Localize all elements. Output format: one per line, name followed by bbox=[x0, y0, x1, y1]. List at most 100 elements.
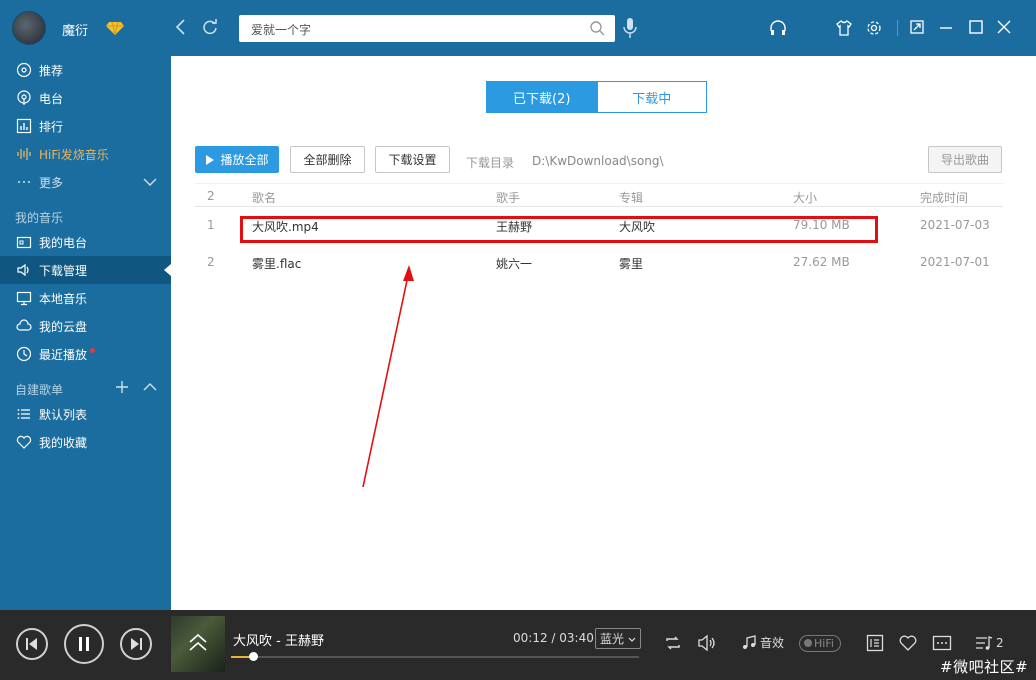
sidebar-item-recent[interactable]: 最近播放 bbox=[0, 340, 171, 368]
more-options-icon[interactable] bbox=[932, 634, 952, 655]
expand-up-icon[interactable] bbox=[171, 616, 225, 672]
pause-button[interactable] bbox=[64, 624, 104, 664]
play-all-button[interactable]: 播放全部 bbox=[195, 146, 279, 173]
col-date[interactable]: 完成时间 bbox=[920, 189, 968, 206]
shirt-skin-icon[interactable] bbox=[835, 19, 853, 40]
active-indicator bbox=[164, 264, 171, 276]
sidebar-item-label: 我的收藏 bbox=[39, 435, 88, 450]
queue-count: 2 bbox=[996, 636, 1004, 650]
delete-all-button[interactable]: 全部删除 bbox=[290, 146, 365, 173]
heart-icon bbox=[15, 433, 33, 451]
add-playlist-icon[interactable] bbox=[114, 379, 130, 398]
microphone-icon[interactable] bbox=[622, 17, 638, 42]
col-count: 2 bbox=[207, 189, 215, 203]
sidebar-item-more[interactable]: 更多 bbox=[0, 168, 171, 196]
lyrics-icon[interactable] bbox=[866, 634, 884, 655]
tab-downloaded[interactable]: 已下载(2) bbox=[487, 82, 597, 112]
table-header: 2 歌名 歌手 专辑 大小 完成时间 bbox=[195, 183, 1003, 207]
progress-bar[interactable] bbox=[231, 652, 639, 661]
chevron-up-icon[interactable] bbox=[142, 379, 158, 398]
refresh-icon[interactable] bbox=[201, 18, 219, 39]
vip-diamond-icon[interactable] bbox=[105, 20, 125, 39]
headphones-icon[interactable] bbox=[769, 19, 787, 40]
download-dir-path[interactable]: D:\KwDownload\song\ bbox=[532, 154, 664, 168]
avatar[interactable] bbox=[12, 11, 46, 45]
song-album[interactable]: 雾里 bbox=[619, 255, 643, 272]
sidebar-item-favorites[interactable]: 我的收藏 bbox=[0, 428, 171, 456]
play-all-label: 播放全部 bbox=[220, 153, 269, 167]
radio-icon bbox=[15, 89, 33, 107]
now-playing-title[interactable]: 大风吹 - 王赫野 bbox=[233, 630, 324, 649]
chart-icon bbox=[15, 117, 33, 135]
sidebar-item-my-radio[interactable]: 我的电台 bbox=[0, 228, 171, 256]
tab-downloading[interactable]: 下载中 bbox=[596, 82, 706, 112]
repeat-icon[interactable] bbox=[664, 634, 682, 655]
album-cover[interactable] bbox=[171, 616, 225, 672]
search-icon[interactable] bbox=[589, 20, 605, 39]
download-manager-panel: 已下载(2) 下载中 播放全部 全部删除 下载设置 下载目录 D:\KwDown… bbox=[171, 56, 1036, 610]
sidebar-item-label: HiFi发烧音乐 bbox=[39, 147, 109, 162]
sidebar-item-label: 电台 bbox=[39, 91, 64, 106]
chevron-down-icon bbox=[628, 637, 636, 642]
sidebar-item-recommend[interactable]: 推荐 bbox=[0, 56, 171, 84]
previous-icon bbox=[26, 638, 37, 650]
username[interactable]: 魔衍 bbox=[62, 20, 88, 39]
back-icon[interactable] bbox=[174, 18, 188, 39]
pause-icon bbox=[79, 637, 89, 651]
annotation-arrow bbox=[362, 265, 414, 488]
song-date: 2021-07-03 bbox=[920, 218, 990, 232]
table-row[interactable]: 2 雾里.flac 姚六一 雾里 27.62 MB 2021-07-01 bbox=[195, 245, 1003, 281]
sidebar-item-label: 排行 bbox=[39, 119, 64, 134]
sidebar-item-label: 我的云盘 bbox=[39, 319, 88, 334]
close-icon[interactable] bbox=[996, 19, 1012, 38]
previous-button[interactable] bbox=[16, 628, 48, 660]
section-my-music: 我的音乐 bbox=[15, 211, 64, 225]
minimize-icon[interactable] bbox=[938, 19, 954, 38]
gear-icon[interactable] bbox=[865, 19, 883, 40]
speaker-icon bbox=[15, 261, 33, 279]
next-button[interactable] bbox=[120, 628, 152, 660]
sidebar-item-default-list[interactable]: 默认列表 bbox=[0, 400, 171, 428]
hifi-toggle-dot bbox=[804, 639, 812, 647]
maximize-icon[interactable] bbox=[968, 19, 984, 38]
chevron-down-icon[interactable] bbox=[142, 174, 158, 193]
playback-time: 00:12 / 03:40 bbox=[513, 631, 594, 645]
mini-mode-icon[interactable] bbox=[909, 19, 925, 38]
download-dir-label: 下载目录 bbox=[466, 156, 515, 170]
playlist-queue-icon[interactable] bbox=[975, 634, 993, 655]
sound-effect-button[interactable]: 音效 bbox=[741, 634, 784, 651]
sidebar-item-label: 更多 bbox=[39, 175, 64, 190]
annotation-highlight-box bbox=[240, 216, 878, 243]
progress-knob[interactable] bbox=[249, 652, 259, 661]
col-name[interactable]: 歌名 bbox=[252, 189, 276, 206]
list-icon bbox=[15, 405, 33, 423]
play-icon bbox=[206, 154, 215, 165]
cloud-icon bbox=[15, 317, 33, 335]
like-heart-icon[interactable] bbox=[899, 634, 917, 655]
col-size[interactable]: 大小 bbox=[793, 189, 817, 206]
search-input[interactable]: 爱就一个字 bbox=[239, 15, 615, 42]
sidebar-item-hifi[interactable]: HiFi发烧音乐 bbox=[0, 140, 171, 168]
tv-icon bbox=[15, 233, 33, 251]
song-name[interactable]: 雾里.flac bbox=[252, 255, 301, 272]
volume-icon[interactable] bbox=[697, 634, 717, 655]
sidebar-item-chart[interactable]: 排行 bbox=[0, 112, 171, 140]
sidebar-item-local-music[interactable]: 本地音乐 bbox=[0, 284, 171, 312]
hifi-toggle[interactable]: HiFi bbox=[799, 635, 841, 652]
sidebar-item-radio[interactable]: 电台 bbox=[0, 84, 171, 112]
sidebar: 推荐 电台 排行 HiFi发烧音乐 更多 我的音乐 我的电台 下载管理 本地音乐… bbox=[0, 56, 171, 610]
sidebar-item-downloads[interactable]: 下载管理 bbox=[0, 256, 171, 284]
sidebar-item-label: 下载管理 bbox=[39, 263, 88, 278]
song-size: 27.62 MB bbox=[793, 255, 850, 269]
download-settings-button[interactable]: 下载设置 bbox=[375, 146, 450, 173]
col-artist[interactable]: 歌手 bbox=[496, 189, 520, 206]
song-artist[interactable]: 姚六一 bbox=[496, 255, 532, 272]
wave-icon bbox=[15, 145, 33, 163]
quality-select[interactable]: 蓝光 bbox=[595, 628, 641, 649]
sidebar-item-label: 本地音乐 bbox=[39, 291, 88, 306]
col-album[interactable]: 专辑 bbox=[619, 189, 643, 206]
sidebar-item-cloud[interactable]: 我的云盘 bbox=[0, 312, 171, 340]
next-icon bbox=[131, 638, 142, 650]
notification-dot bbox=[90, 347, 96, 353]
export-songs-button[interactable]: 导出歌曲 bbox=[928, 146, 1002, 173]
